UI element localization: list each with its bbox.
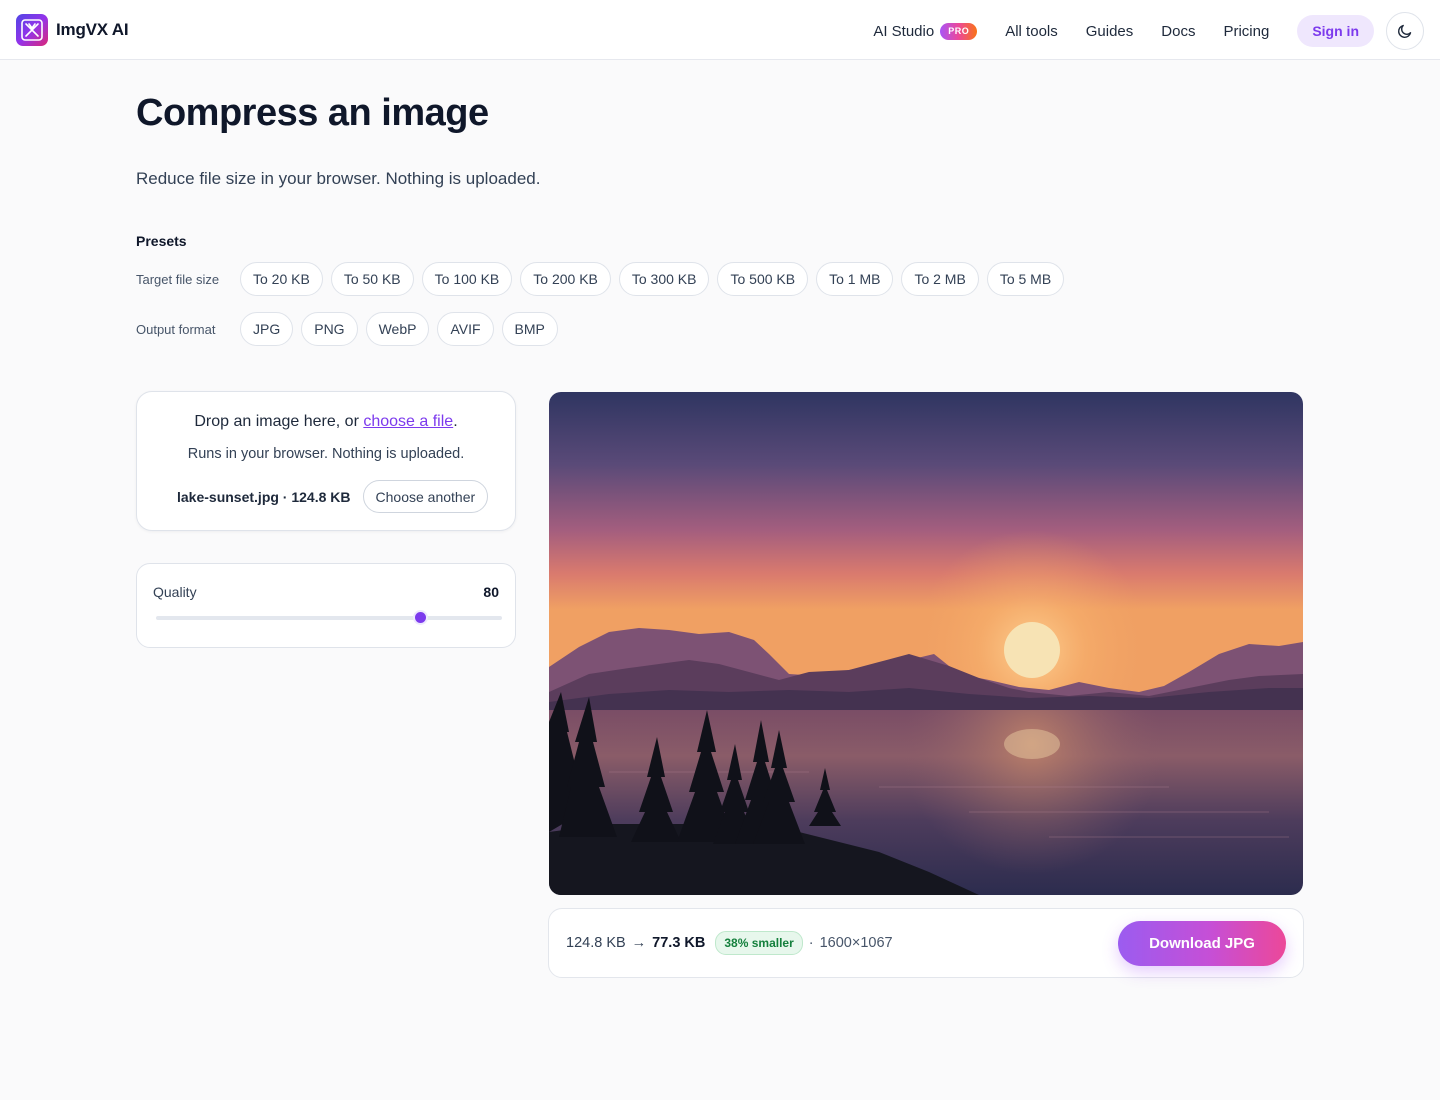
- quality-value: 80: [483, 584, 499, 600]
- nav-pricing[interactable]: Pricing: [1223, 23, 1269, 40]
- preset-chip-100kb[interactable]: To 100 KB: [421, 262, 513, 296]
- preset-chip-200kb[interactable]: To 200 KB: [520, 262, 611, 296]
- logo-icon: [16, 14, 48, 46]
- dropzone-subtext: Runs in your browser. Nothing is uploade…: [187, 446, 465, 462]
- image-dimensions: 1600×1067: [819, 935, 893, 951]
- target-size-chips: To 20 KB To 50 KB To 100 KB To 200 KB To…: [240, 262, 1065, 296]
- brand-name: ImgVX AI: [56, 20, 129, 39]
- target-size-label: Target file size: [136, 271, 220, 287]
- quality-label: Quality: [153, 584, 197, 600]
- sign-in-button[interactable]: Sign in: [1297, 15, 1374, 47]
- preset-chip-20kb[interactable]: To 20 KB: [240, 262, 323, 296]
- output-format-label: Output format: [136, 321, 216, 337]
- original-size: 124.8 KB: [566, 935, 626, 951]
- file-info: lake-sunset.jpg · 124.8 KB: [177, 488, 351, 505]
- output-format-row: Output format JPG PNG WebP AVIF BMP: [136, 312, 558, 346]
- format-chip-webp[interactable]: WebP: [365, 312, 430, 346]
- format-chip-jpg[interactable]: JPG: [240, 312, 294, 346]
- preset-chip-2mb[interactable]: To 2 MB: [901, 262, 979, 296]
- download-button[interactable]: Download JPG: [1118, 921, 1286, 966]
- choose-file-link[interactable]: choose a file: [363, 413, 453, 430]
- pro-badge: PRO: [940, 22, 978, 40]
- target-size-row: Target file size To 20 KB To 50 KB To 10…: [136, 262, 1065, 296]
- top-navbar: ImgVX AI AI Studio PRO All tools Guides …: [0, 0, 1440, 60]
- image-preview: [549, 392, 1303, 895]
- compressed-size: 77.3 KB: [652, 935, 706, 951]
- quality-slider-track[interactable]: [156, 616, 502, 620]
- dropzone-title: Drop an image here, or choose a file.: [137, 413, 515, 431]
- arrow: →: [631, 935, 647, 951]
- theme-toggle-button[interactable]: [1386, 12, 1424, 50]
- page-title: Compress an image: [136, 92, 489, 134]
- nav-docs[interactable]: Docs: [1161, 23, 1195, 40]
- preset-chip-300kb[interactable]: To 300 KB: [618, 262, 710, 296]
- lake-sunset-image: [549, 392, 1303, 895]
- quality-card: Quality 80: [136, 563, 516, 648]
- result-bar: 124.8 KB → 77.3 KB 38% smaller · 1600×10…: [548, 908, 1304, 978]
- quality-slider-thumb[interactable]: [412, 610, 428, 625]
- page-subtitle: Reduce file size in your browser. Nothin…: [136, 169, 541, 188]
- selected-file-row: lake-sunset.jpg · 124.8 KB Choose anothe…: [177, 480, 489, 513]
- image-dropzone[interactable]: Drop an image here, or choose a file. Ru…: [136, 391, 516, 531]
- preset-chip-500kb[interactable]: To 500 KB: [717, 262, 809, 296]
- nav-guides[interactable]: Guides: [1086, 23, 1134, 40]
- preset-chip-1mb[interactable]: To 1 MB: [816, 262, 894, 296]
- nav-all-tools[interactable]: All tools: [1005, 23, 1058, 40]
- separator: ·: [808, 935, 814, 951]
- format-chip-avif[interactable]: AVIF: [437, 312, 494, 346]
- format-chip-bmp[interactable]: BMP: [501, 312, 558, 346]
- output-format-chips: JPG PNG WebP AVIF BMP: [240, 312, 558, 346]
- savings-badge: 38% smaller: [715, 931, 803, 955]
- result-summary: 124.8 KB → 77.3 KB 38% smaller · 1600×10…: [566, 931, 893, 955]
- preset-chip-5mb[interactable]: To 5 MB: [986, 262, 1065, 296]
- choose-another-button[interactable]: Choose another: [362, 480, 489, 513]
- moon-icon: [1397, 24, 1412, 39]
- nav-ai-studio[interactable]: AI Studio PRO: [873, 22, 978, 40]
- preset-chip-50kb[interactable]: To 50 KB: [330, 262, 414, 296]
- nav-links: AI Studio PRO All tools Guides Docs Pric…: [873, 12, 1424, 50]
- format-chip-png[interactable]: PNG: [301, 312, 358, 346]
- dropzone-suffix: .: [453, 413, 458, 430]
- dropzone-prefix: Drop an image here, or: [194, 413, 364, 430]
- brand[interactable]: ImgVX AI: [16, 14, 129, 46]
- presets-title: Presets: [136, 233, 187, 249]
- nav-ai-studio-label: AI Studio: [873, 22, 935, 40]
